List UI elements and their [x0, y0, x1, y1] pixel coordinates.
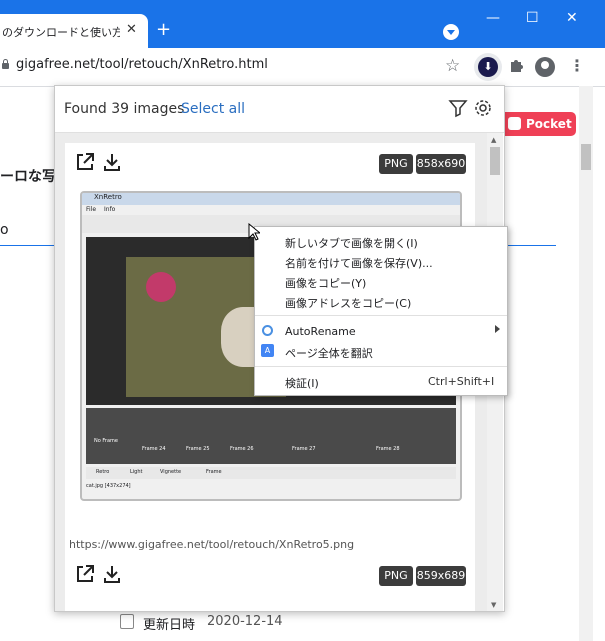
filter-icon[interactable]	[448, 98, 468, 118]
context-menu: 新しいタブで画像を開く(I) 名前を付けて画像を保存(V)... 画像をコピー(…	[254, 226, 508, 396]
minimize-button[interactable]: —	[486, 10, 500, 26]
new-tab-button[interactable]: +	[156, 20, 171, 40]
xnretro-title: XnRetro	[94, 193, 122, 201]
ctx-separator	[255, 315, 507, 316]
ctx-save-image-as[interactable]: 名前を付けて画像を保存(V)...	[285, 255, 433, 271]
profile-avatar-icon[interactable]	[535, 57, 555, 77]
tab-close-button[interactable]: ✕	[126, 22, 137, 37]
dimensions-badge: 858x690	[416, 154, 466, 174]
film-frame: Frame 24	[142, 446, 166, 452]
close-window-button[interactable]: ✕	[566, 10, 578, 26]
found-count: Found 39 images	[64, 101, 185, 117]
image-url[interactable]: https://www.gigafree.net/tool/retouch/Xn…	[69, 538, 354, 551]
browser-title-bar: のダウンロードと使い方 - k ✕ + — ☐ ✕	[0, 0, 605, 48]
download-icon[interactable]	[102, 152, 122, 172]
ctx-autorename[interactable]: AutoRename	[285, 325, 356, 338]
format-badge: PNG	[379, 154, 413, 174]
dimensions-badge: 859x689	[416, 566, 466, 586]
tab-search-icon[interactable]	[443, 24, 459, 40]
autorename-icon	[262, 325, 273, 336]
format-badge: PNG	[379, 566, 413, 586]
ctx-copy-image-address[interactable]: 画像アドレスをコピー(C)	[285, 295, 411, 311]
lock-icon[interactable]	[2, 59, 9, 69]
xnretro-menu-file: File	[86, 206, 97, 213]
ctx-translate-page[interactable]: ページ全体を翻訳	[285, 345, 373, 361]
xnretro-tab: Frame	[206, 469, 222, 475]
page-scrollbar[interactable]	[579, 86, 593, 641]
bookmark-star-icon[interactable]: ☆	[445, 56, 460, 76]
xnretro-filmstrip: No Frame Frame 24 Frame 25 Frame 26 Fram…	[86, 408, 456, 464]
image-card: PNG 859x689	[65, 555, 475, 611]
ctx-copy-image[interactable]: 画像をコピー(Y)	[285, 275, 366, 291]
download-icon[interactable]	[102, 564, 122, 584]
xnretro-tabs: Retro Light Vignette Frame	[86, 467, 456, 479]
popup-scrollbar-thumb[interactable]	[490, 147, 500, 175]
open-in-new-tab-icon[interactable]	[75, 564, 95, 584]
film-frame: Frame 25	[186, 446, 210, 452]
mouse-cursor-icon	[248, 223, 260, 241]
ctx-separator	[255, 366, 507, 367]
updated-date-value: 2020-12-14	[207, 614, 283, 629]
xnretro-tab: Light	[130, 469, 143, 475]
ctx-open-image-new-tab[interactable]: 新しいタブで画像を開く(I)	[285, 235, 418, 251]
ctx-inspect[interactable]: 検証(I)	[285, 375, 319, 391]
calendar-icon	[120, 614, 134, 629]
page-text-fragment: o	[0, 222, 9, 238]
film-frame: Frame 27	[292, 446, 316, 452]
film-frame: Frame 28	[376, 446, 400, 452]
xnretro-menu-info: Info	[104, 206, 116, 213]
extensions-puzzle-icon[interactable]	[508, 56, 526, 74]
settings-gear-icon[interactable]	[473, 98, 493, 118]
xnretro-status: cat.jpg [437x274]	[86, 483, 131, 489]
select-all-link[interactable]: Select all	[181, 101, 245, 117]
ctx-inspect-shortcut: Ctrl+Shift+I	[428, 375, 495, 388]
open-in-new-tab-icon[interactable]	[75, 152, 95, 172]
browser-tab[interactable]: のダウンロードと使い方 - k ✕	[0, 14, 148, 48]
address-bar[interactable]: gigafree.net/tool/retouch/XnRetro.html	[16, 57, 268, 72]
pocket-button[interactable]: Pocket	[500, 112, 576, 136]
popup-header: Found 39 images Select all	[55, 86, 504, 133]
xnretro-tab: Vignette	[160, 469, 182, 475]
pocket-label: Pocket	[526, 117, 572, 131]
browser-toolbar: gigafree.net/tool/retouch/XnRetro.html ☆…	[0, 48, 605, 87]
page-scrollbar-thumb[interactable]	[581, 144, 591, 170]
browser-menu-icon[interactable]: ⋮	[569, 56, 585, 75]
updated-date-label: 更新日時	[143, 618, 196, 633]
submenu-arrow-icon	[495, 325, 500, 333]
film-frame: No Frame	[94, 438, 118, 444]
image-downloader-extension-icon[interactable]: ⬇	[478, 57, 498, 77]
tab-title: のダウンロードと使い方 - k	[2, 26, 120, 39]
xnretro-tab: Retro	[96, 469, 110, 475]
scroll-down-arrow-icon[interactable]: ▼	[491, 601, 496, 609]
pocket-icon	[508, 117, 521, 130]
scroll-up-arrow-icon[interactable]: ▲	[491, 136, 496, 144]
maximize-button[interactable]: ☐	[526, 10, 539, 26]
flower-shape	[146, 272, 176, 302]
translate-icon: A	[261, 344, 274, 357]
xnretro-titlebar: XnRetro	[82, 193, 460, 205]
film-frame: Frame 26	[230, 446, 254, 452]
